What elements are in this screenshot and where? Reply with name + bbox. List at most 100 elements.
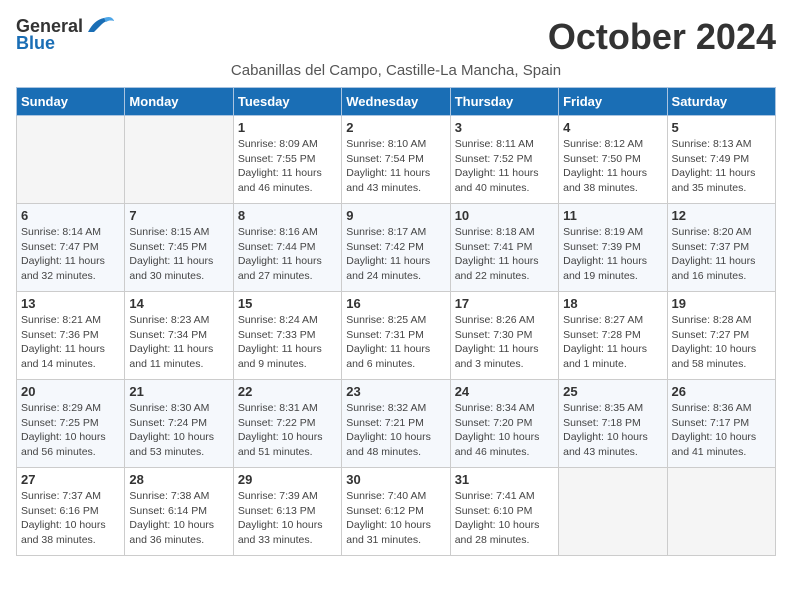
calendar-cell: 23Sunrise: 8:32 AMSunset: 7:21 PMDayligh… — [342, 380, 450, 468]
calendar-cell: 4 Sunrise: 8:12 AMSunset: 7:50 PMDaylight… — [559, 116, 667, 204]
day-number: 2 — [346, 120, 445, 135]
location-subtitle: Cabanillas del Campo, Castille-La Mancha… — [16, 62, 776, 79]
calendar-cell: 10Sunrise: 8:18 AMSunset: 7:41 PMDayligh… — [450, 204, 558, 292]
calendar-cell: 12Sunrise: 8:20 AMSunset: 7:37 PMDayligh… — [667, 204, 775, 292]
calendar-cell — [17, 116, 125, 204]
day-number: 20 — [21, 384, 120, 399]
day-number: 18 — [563, 296, 662, 311]
day-detail: Sunrise: 8:25 AMSunset: 7:31 PMDaylight:… — [346, 313, 445, 372]
day-number: 4 — [563, 120, 662, 135]
calendar-cell: 18 Sunrise: 8:27 AMSunset: 7:28 PMDayligh… — [559, 292, 667, 380]
day-detail: Sunrise: 8:16 AMSunset: 7:44 PMDaylight:… — [238, 225, 337, 284]
calendar-cell: 3 Sunrise: 8:11 AMSunset: 7:52 PMDaylight… — [450, 116, 558, 204]
day-number: 19 — [672, 296, 771, 311]
calendar-cell: 2 Sunrise: 8:10 AMSunset: 7:54 PMDaylight… — [342, 116, 450, 204]
calendar-cell: 16 Sunrise: 8:25 AMSunset: 7:31 PMDayligh… — [342, 292, 450, 380]
day-detail: Sunrise: 8:26 AMSunset: 7:30 PMDaylight:… — [455, 313, 554, 372]
day-detail: Sunrise: 8:09 AMSunset: 7:55 PMDaylight:… — [238, 137, 337, 196]
day-detail: Sunrise: 8:30 AMSunset: 7:24 PMDaylight:… — [129, 401, 228, 460]
calendar-cell: 6 Sunrise: 8:14 AMSunset: 7:47 PMDaylight… — [17, 204, 125, 292]
calendar-cell: 8 Sunrise: 8:16 AMSunset: 7:44 PMDaylight… — [233, 204, 341, 292]
month-title: October 2024 — [548, 16, 776, 58]
page-header: General Blue October 2024 — [16, 16, 776, 58]
calendar-week-row: 27 Sunrise: 7:37 AMSunset: 6:16 PMDayligh… — [17, 468, 776, 556]
day-number: 30 — [346, 472, 445, 487]
day-number: 23 — [346, 384, 445, 399]
calendar-cell: 15 Sunrise: 8:24 AMSunset: 7:33 PMDayligh… — [233, 292, 341, 380]
title-block: October 2024 — [548, 16, 776, 58]
calendar-cell: 27 Sunrise: 7:37 AMSunset: 6:16 PMDayligh… — [17, 468, 125, 556]
calendar-cell: 17 Sunrise: 8:26 AMSunset: 7:30 PMDayligh… — [450, 292, 558, 380]
weekday-header-sunday: Sunday — [17, 88, 125, 116]
day-number: 31 — [455, 472, 554, 487]
calendar-week-row: 13Sunrise: 8:21 AMSunset: 7:36 PMDayligh… — [17, 292, 776, 380]
calendar-table: SundayMondayTuesdayWednesdayThursdayFrid… — [16, 87, 776, 556]
weekday-header-saturday: Saturday — [667, 88, 775, 116]
day-number: 14 — [129, 296, 228, 311]
day-detail: Sunrise: 7:37 AMSunset: 6:16 PMDaylight:… — [21, 489, 120, 548]
day-number: 25 — [563, 384, 662, 399]
day-detail: Sunrise: 8:36 AMSunset: 7:17 PMDaylight:… — [672, 401, 771, 460]
day-detail: Sunrise: 7:40 AMSunset: 6:12 PMDaylight:… — [346, 489, 445, 548]
calendar-cell: 30 Sunrise: 7:40 AMSunset: 6:12 PMDayligh… — [342, 468, 450, 556]
calendar-cell: 20 Sunrise: 8:29 AMSunset: 7:25 PMDayligh… — [17, 380, 125, 468]
calendar-cell: 25Sunrise: 8:35 AMSunset: 7:18 PMDayligh… — [559, 380, 667, 468]
calendar-cell: 7Sunrise: 8:15 AMSunset: 7:45 PMDaylight… — [125, 204, 233, 292]
day-detail: Sunrise: 7:41 AMSunset: 6:10 PMDaylight:… — [455, 489, 554, 548]
day-number: 5 — [672, 120, 771, 135]
calendar-cell: 24Sunrise: 8:34 AMSunset: 7:20 PMDayligh… — [450, 380, 558, 468]
calendar-cell — [559, 468, 667, 556]
calendar-cell: 1 Sunrise: 8:09 AMSunset: 7:55 PMDaylight… — [233, 116, 341, 204]
day-number: 3 — [455, 120, 554, 135]
day-number: 26 — [672, 384, 771, 399]
day-number: 29 — [238, 472, 337, 487]
day-number: 9 — [346, 208, 445, 223]
calendar-cell: 26 Sunrise: 8:36 AMSunset: 7:17 PMDayligh… — [667, 380, 775, 468]
calendar-cell: 14 Sunrise: 8:23 AMSunset: 7:34 PMDayligh… — [125, 292, 233, 380]
day-detail: Sunrise: 8:29 AMSunset: 7:25 PMDaylight:… — [21, 401, 120, 460]
day-detail: Sunrise: 8:20 AMSunset: 7:37 PMDaylight:… — [672, 225, 771, 284]
calendar-week-row: 20 Sunrise: 8:29 AMSunset: 7:25 PMDayligh… — [17, 380, 776, 468]
day-number: 1 — [238, 120, 337, 135]
day-detail: Sunrise: 8:11 AMSunset: 7:52 PMDaylight:… — [455, 137, 554, 196]
day-detail: Sunrise: 8:23 AMSunset: 7:34 PMDaylight:… — [129, 313, 228, 372]
weekday-header-row: SundayMondayTuesdayWednesdayThursdayFrid… — [17, 88, 776, 116]
day-detail: Sunrise: 8:17 AMSunset: 7:42 PMDaylight:… — [346, 225, 445, 284]
calendar-cell: 22Sunrise: 8:31 AMSunset: 7:22 PMDayligh… — [233, 380, 341, 468]
calendar-cell: 9 Sunrise: 8:17 AMSunset: 7:42 PMDaylight… — [342, 204, 450, 292]
day-detail: Sunrise: 8:12 AMSunset: 7:50 PMDaylight:… — [563, 137, 662, 196]
day-number: 15 — [238, 296, 337, 311]
day-detail: Sunrise: 8:10 AMSunset: 7:54 PMDaylight:… — [346, 137, 445, 196]
logo-bird-icon — [86, 14, 116, 36]
day-detail: Sunrise: 8:19 AMSunset: 7:39 PMDaylight:… — [563, 225, 662, 284]
weekday-header-tuesday: Tuesday — [233, 88, 341, 116]
day-number: 16 — [346, 296, 445, 311]
logo: General Blue — [16, 16, 116, 54]
day-number: 8 — [238, 208, 337, 223]
day-detail: Sunrise: 8:18 AMSunset: 7:41 PMDaylight:… — [455, 225, 554, 284]
weekday-header-wednesday: Wednesday — [342, 88, 450, 116]
calendar-cell: 28 Sunrise: 7:38 AMSunset: 6:14 PMDayligh… — [125, 468, 233, 556]
calendar-cell — [667, 468, 775, 556]
weekday-header-monday: Monday — [125, 88, 233, 116]
day-number: 17 — [455, 296, 554, 311]
day-number: 27 — [21, 472, 120, 487]
day-number: 13 — [21, 296, 120, 311]
day-detail: Sunrise: 8:14 AMSunset: 7:47 PMDaylight:… — [21, 225, 120, 284]
day-number: 21 — [129, 384, 228, 399]
day-detail: Sunrise: 8:24 AMSunset: 7:33 PMDaylight:… — [238, 313, 337, 372]
calendar-cell — [125, 116, 233, 204]
day-detail: Sunrise: 8:31 AMSunset: 7:22 PMDaylight:… — [238, 401, 337, 460]
logo-blue: Blue — [16, 33, 55, 54]
day-number: 6 — [21, 208, 120, 223]
day-detail: Sunrise: 8:28 AMSunset: 7:27 PMDaylight:… — [672, 313, 771, 372]
weekday-header-thursday: Thursday — [450, 88, 558, 116]
day-number: 7 — [129, 208, 228, 223]
calendar-cell: 13Sunrise: 8:21 AMSunset: 7:36 PMDayligh… — [17, 292, 125, 380]
calendar-week-row: 6 Sunrise: 8:14 AMSunset: 7:47 PMDaylight… — [17, 204, 776, 292]
day-detail: Sunrise: 7:38 AMSunset: 6:14 PMDaylight:… — [129, 489, 228, 548]
day-number: 28 — [129, 472, 228, 487]
calendar-cell: 11 Sunrise: 8:19 AMSunset: 7:39 PMDayligh… — [559, 204, 667, 292]
day-number: 11 — [563, 208, 662, 223]
day-detail: Sunrise: 8:27 AMSunset: 7:28 PMDaylight:… — [563, 313, 662, 372]
